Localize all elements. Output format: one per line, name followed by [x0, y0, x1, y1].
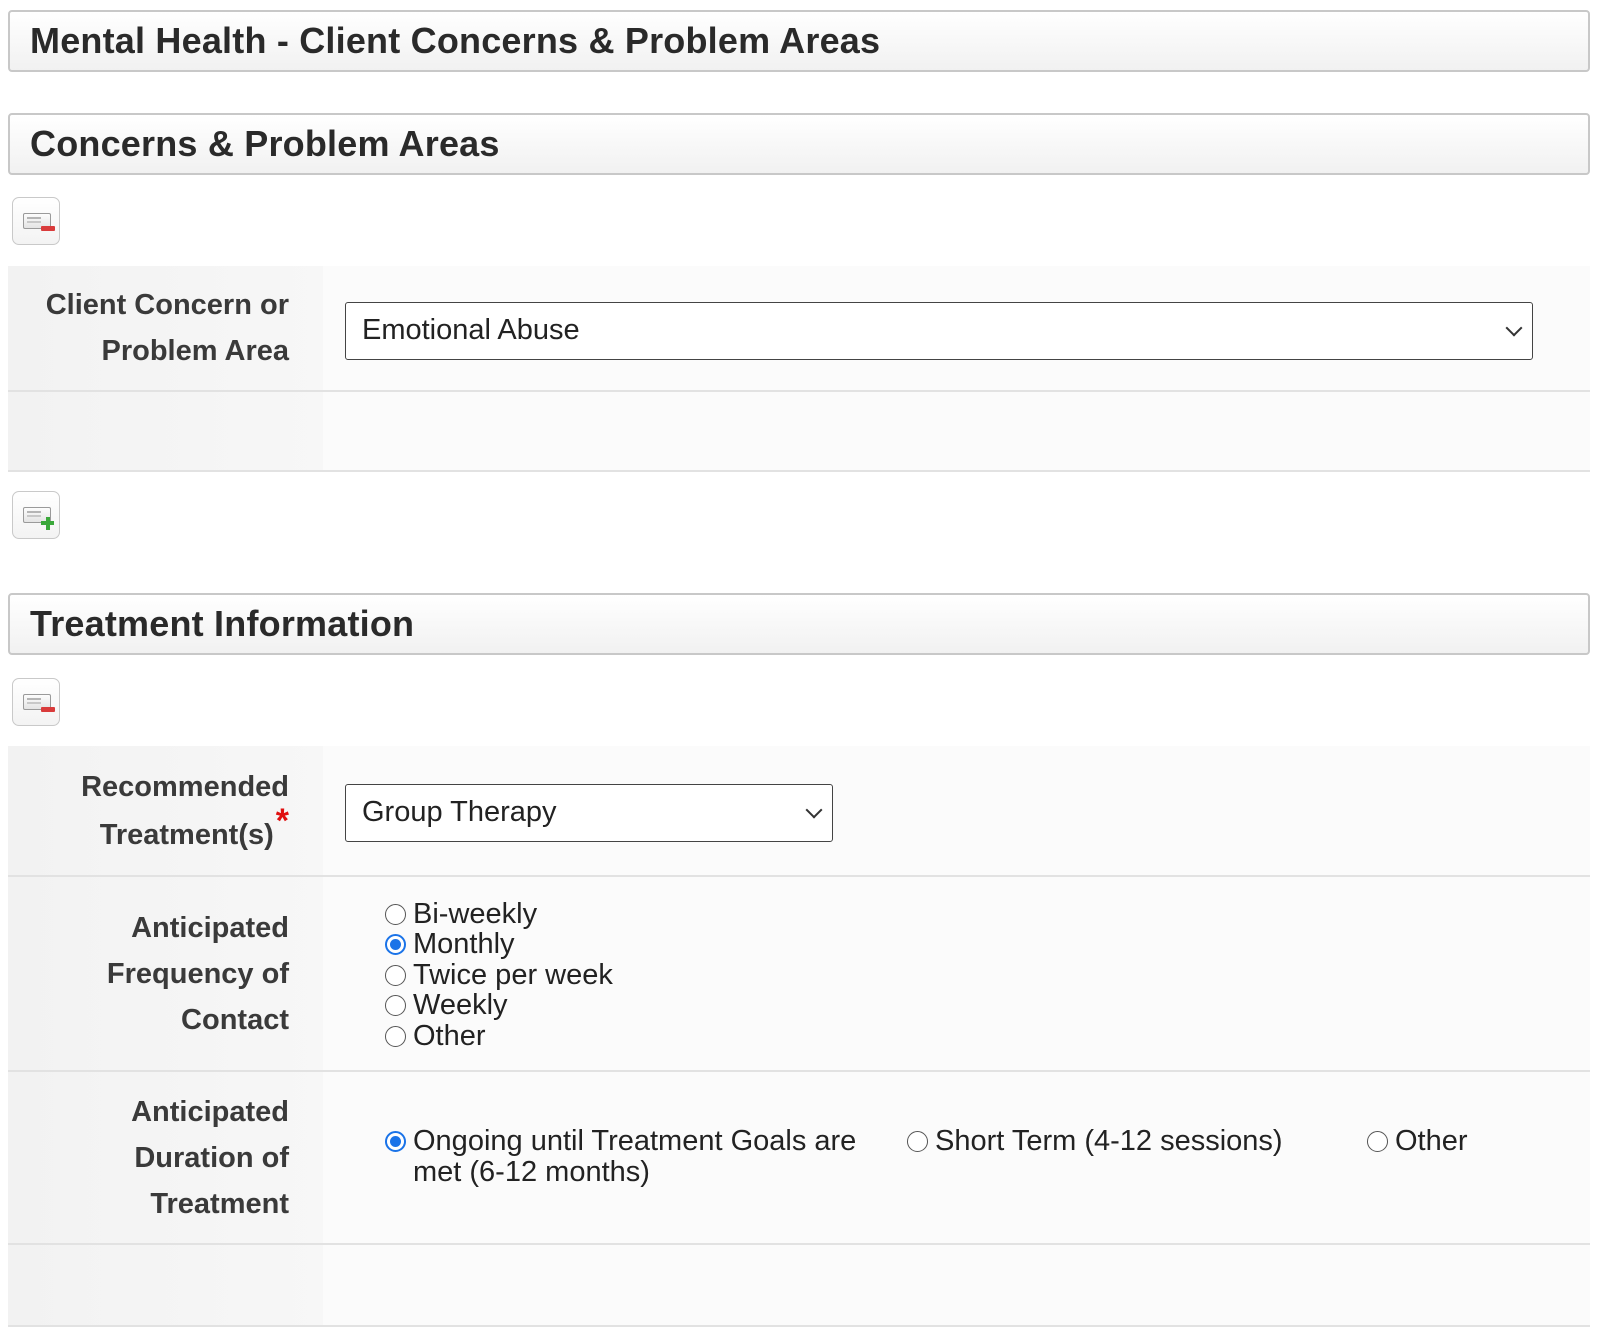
concern-empty-row — [8, 392, 1590, 472]
recommended-treatment-label: Recommended Treatment(s)* — [8, 746, 323, 875]
frequency-option-monthly[interactable]: Monthly — [385, 928, 613, 960]
required-marker: * — [275, 801, 289, 840]
radio-button[interactable] — [1367, 1131, 1388, 1152]
recommended-treatment-selected-value: Group Therapy — [362, 796, 557, 828]
recommended-treatment-select[interactable]: Group Therapy — [345, 784, 833, 842]
client-concern-label: Client Concern or Problem Area — [8, 266, 323, 390]
frequency-option-other[interactable]: Other — [385, 1020, 613, 1052]
duration-row: Anticipated Duration of Treatment Ongoin… — [8, 1072, 1590, 1245]
radio-button-checked[interactable] — [385, 1131, 406, 1152]
page-title: Mental Health - Client Concerns & Proble… — [30, 20, 881, 61]
treatment-section-header: Treatment Information — [8, 593, 1590, 655]
radio-button[interactable] — [907, 1131, 928, 1152]
client-concern-selected-value: Emotional Abuse — [362, 314, 580, 346]
recommended-treatment-row: Recommended Treatment(s)* Group Therapy — [8, 746, 1590, 877]
frequency-option-twice-per-week[interactable]: Twice per week — [385, 959, 613, 991]
frequency-option-bi-weekly[interactable]: Bi-weekly — [385, 898, 613, 930]
concerns-section-title: Concerns & Problem Areas — [30, 123, 500, 164]
radio-button[interactable] — [385, 995, 406, 1017]
add-concern-button[interactable] — [12, 491, 60, 539]
remove-concern-button[interactable] — [12, 197, 60, 245]
frequency-row: Anticipated Frequency of Contact Bi-week… — [8, 877, 1590, 1072]
remove-treatment-button[interactable] — [12, 678, 60, 726]
chevron-down-icon — [1505, 319, 1523, 337]
radio-button-checked[interactable] — [385, 934, 406, 956]
concern-form: Client Concern or Problem Area Emotional… — [8, 266, 1590, 472]
treatment-empty-row — [8, 1245, 1590, 1327]
page-header: Mental Health - Client Concerns & Proble… — [8, 10, 1590, 72]
frequency-label: Anticipated Frequency of Contact — [8, 877, 323, 1070]
duration-label: Anticipated Duration of Treatment — [8, 1072, 323, 1243]
treatment-form: Recommended Treatment(s)* Group Therapy … — [8, 746, 1590, 1327]
chevron-down-icon — [805, 801, 823, 819]
duration-option-short-term[interactable]: Short Term (4-12 sessions) — [907, 1126, 1367, 1157]
radio-button[interactable] — [385, 903, 406, 925]
duration-option-ongoing[interactable]: Ongoing until Treatment Goals are met (6… — [385, 1126, 895, 1187]
frequency-radio-group: Bi-weekly Monthly Twice per week Weekly … — [385, 898, 613, 1052]
radio-button[interactable] — [385, 964, 406, 986]
duration-option-other[interactable]: Other — [1367, 1126, 1468, 1157]
frequency-option-weekly[interactable]: Weekly — [385, 989, 613, 1021]
client-concern-value-cell: Emotional Abuse — [323, 266, 1590, 390]
client-concern-select[interactable]: Emotional Abuse — [345, 302, 1533, 360]
radio-button[interactable] — [385, 1025, 406, 1047]
duration-radio-group: Ongoing until Treatment Goals are met (6… — [385, 1126, 1468, 1187]
concerns-section-header: Concerns & Problem Areas — [8, 113, 1590, 175]
treatment-section-title: Treatment Information — [30, 603, 415, 644]
client-concern-row: Client Concern or Problem Area Emotional… — [8, 266, 1590, 392]
